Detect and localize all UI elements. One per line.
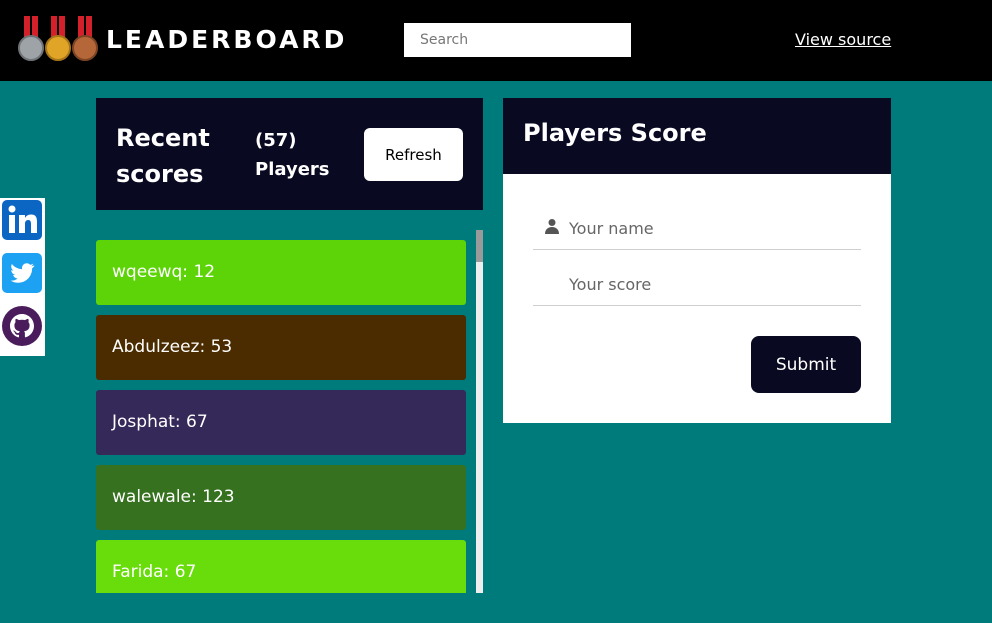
players-score-title: Players Score [523, 119, 707, 147]
brand-title: LEADERBOARD [106, 25, 348, 54]
top-navbar: LEADERBOARD View source [0, 0, 992, 81]
players-score-header: Players Score [503, 98, 891, 174]
view-source-link[interactable]: View source [795, 30, 891, 49]
submit-button[interactable]: Submit [751, 336, 861, 393]
search-input[interactable] [404, 23, 631, 57]
name-field [533, 206, 861, 250]
score-list[interactable]: wqeewq: 12 Abdulzeez: 53 Josphat: 67 wal… [96, 230, 483, 593]
score-item: Josphat: 67 [96, 390, 466, 455]
user-icon [545, 219, 559, 234]
score-form: Submit [503, 174, 891, 423]
score-item: Abdulzeez: 53 [96, 315, 466, 380]
score-item: Farida: 67 [96, 540, 466, 593]
score-item: walewale: 123 [96, 465, 466, 530]
recent-scores-header: Recent scores (57) Players Refresh [96, 98, 483, 210]
player-count-label: Players [255, 159, 330, 180]
github-icon[interactable] [2, 306, 42, 346]
name-input[interactable] [569, 214, 849, 242]
score-list-scrollbar[interactable] [476, 230, 483, 593]
refresh-button[interactable]: Refresh [364, 128, 463, 181]
score-item: wqeewq: 12 [96, 240, 466, 305]
social-sidebar [0, 198, 45, 356]
linkedin-icon[interactable] [2, 200, 42, 240]
scrollbar-thumb[interactable] [476, 230, 483, 262]
player-count: (57) Players [255, 126, 345, 184]
twitter-icon[interactable] [2, 253, 42, 293]
score-field [533, 262, 861, 306]
score-input[interactable] [569, 270, 849, 298]
medals-icon [18, 16, 98, 61]
player-count-number: (57) [255, 130, 297, 151]
recent-scores-title: Recent scores [116, 124, 210, 188]
